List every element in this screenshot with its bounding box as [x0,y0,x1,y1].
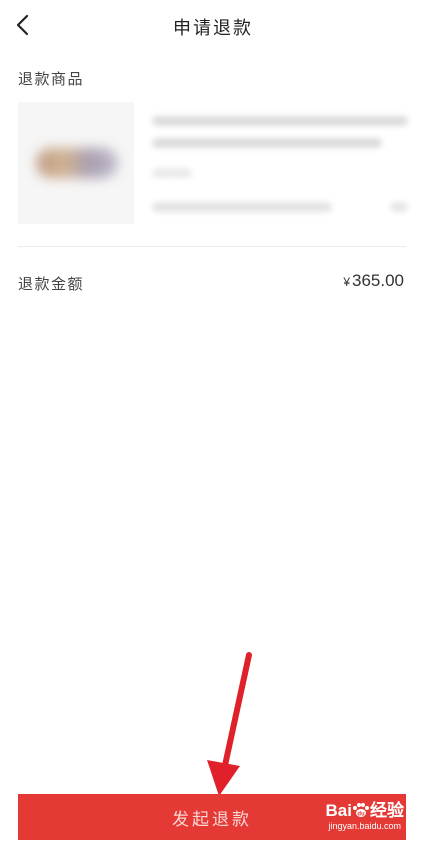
baidu-jingyan-watermark: Bai du 经验 jingyan.baidu.com [326,796,404,831]
page-title: 申请退款 [173,18,253,39]
svg-text:du: du [357,812,365,818]
refund-amount-value: ¥365.00 [343,271,404,291]
refund-amount-label: 退款金额 [18,275,85,293]
amount-number: 365.00 [352,271,404,290]
product-title-blurred [152,116,408,126]
currency-symbol: ¥ [343,275,350,289]
product-meta-blurred [152,202,332,212]
submit-refund-label: 发起退款 [172,809,252,830]
watermark-brand-right: 经验 [370,801,404,820]
product-title-blurred-2 [152,138,382,148]
watermark-url: jingyan.baidu.com [328,821,402,831]
top-bar: 申请退款 [0,0,426,52]
product-card[interactable] [18,102,410,224]
paw-logo-icon: du [353,803,369,818]
product-spec-blurred [152,168,192,178]
product-image [18,102,134,224]
refund-items-label: 退款商品 [18,70,85,88]
watermark-brand-left: Bai [325,801,352,820]
divider [18,246,406,247]
product-qty-blurred [390,202,408,212]
